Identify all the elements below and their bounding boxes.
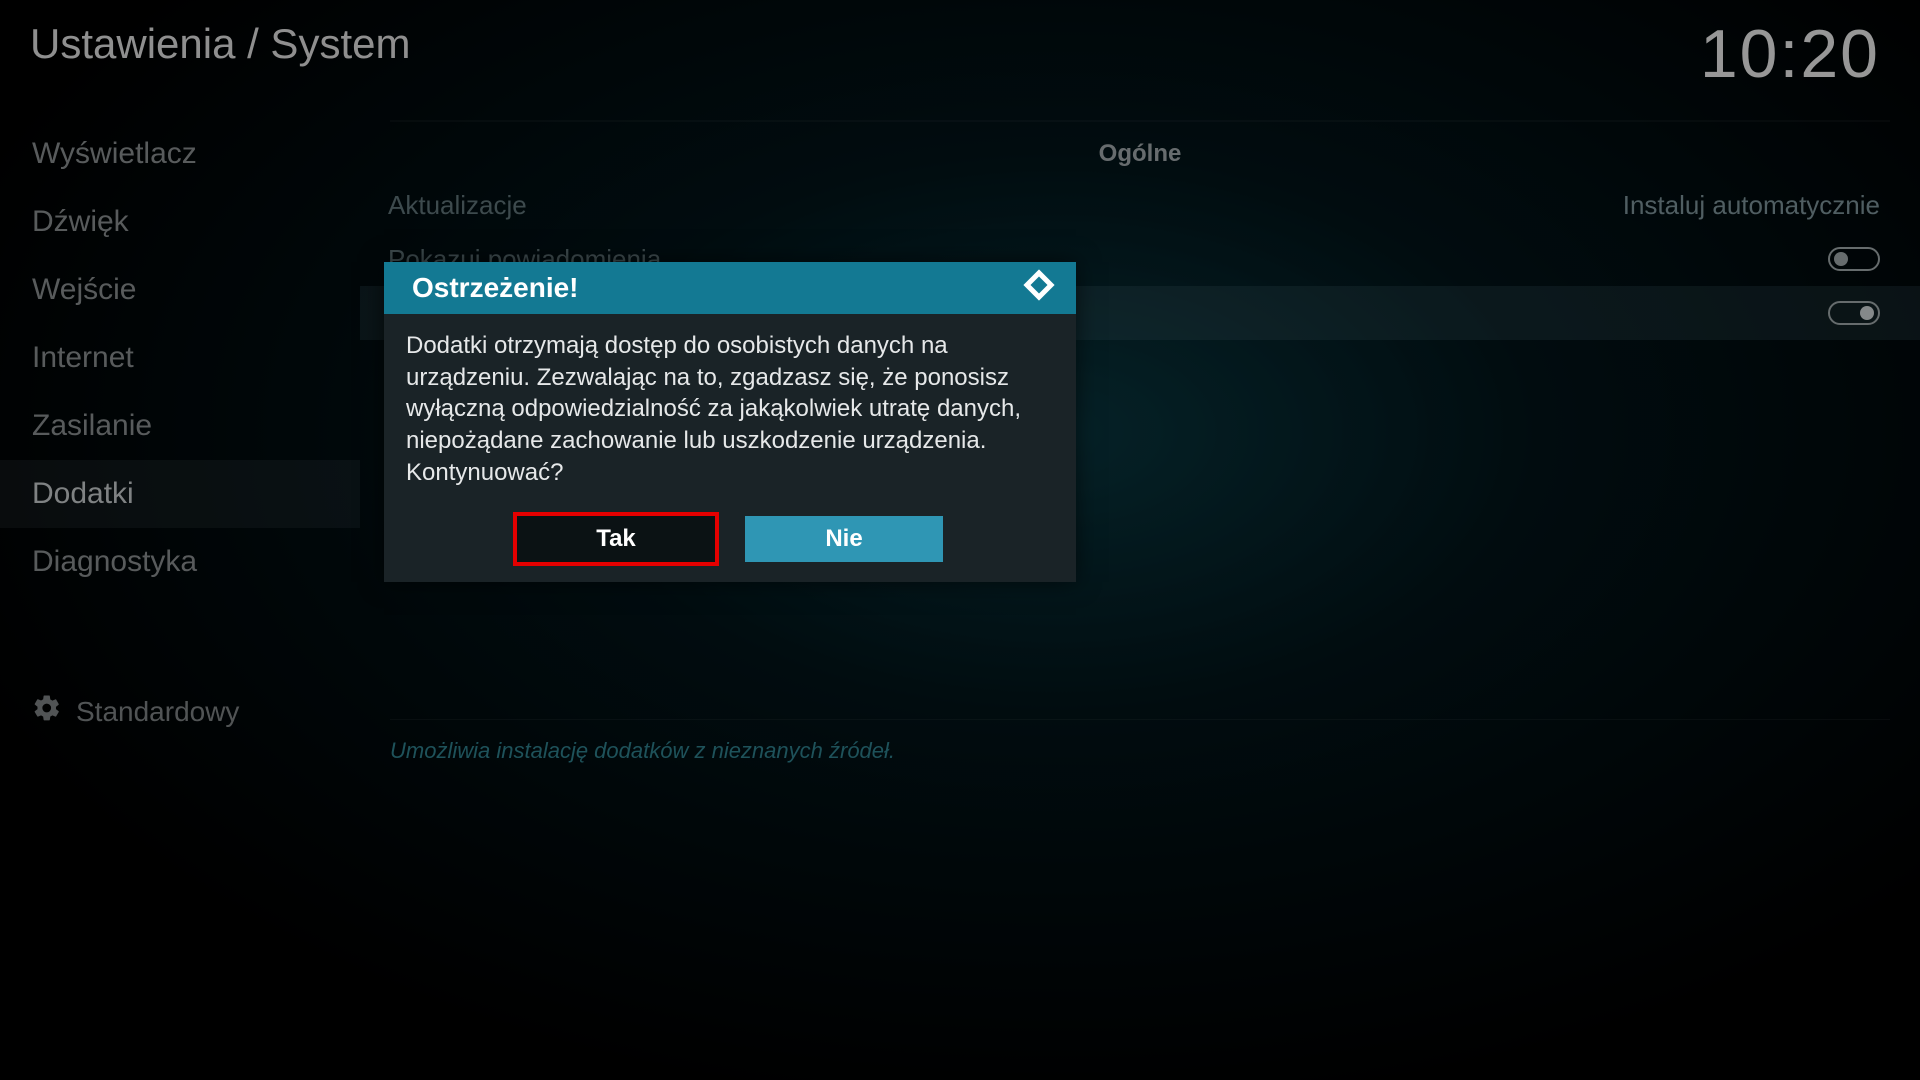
modal-overlay: Ostrzeżenie! Dodatki otrzymają dostęp do…	[0, 0, 1920, 1080]
dialog-actions: Tak Nie	[384, 516, 1076, 582]
yes-button[interactable]: Tak	[517, 516, 715, 562]
no-button[interactable]: Nie	[745, 516, 943, 562]
warning-dialog: Ostrzeżenie! Dodatki otrzymają dostęp do…	[384, 262, 1076, 582]
dialog-title: Ostrzeżenie!	[412, 272, 579, 304]
dialog-header: Ostrzeżenie!	[384, 262, 1076, 314]
kodi-logo-icon	[1022, 268, 1056, 309]
dialog-body: Dodatki otrzymają dostęp do osobistych d…	[384, 314, 1076, 516]
